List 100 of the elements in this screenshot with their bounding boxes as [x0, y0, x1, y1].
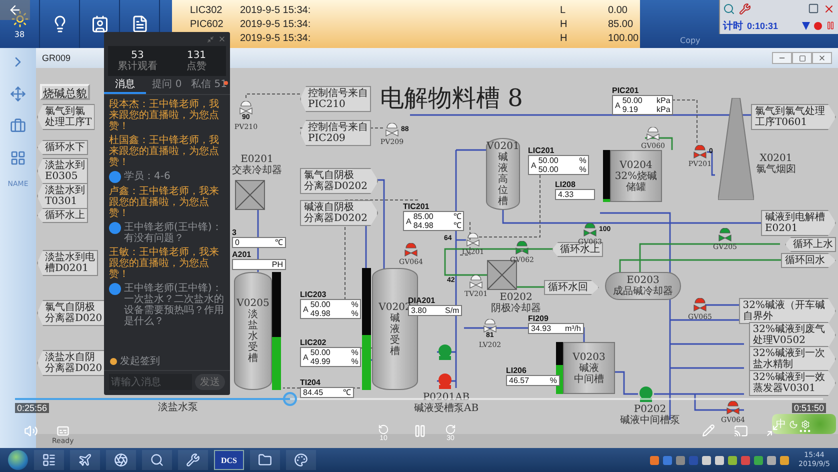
- record-icon[interactable]: [814, 22, 822, 30]
- meter-display[interactable]: 34.93 m³/h: [528, 323, 584, 334]
- tank: V0203 碱液 中间槽: [563, 342, 615, 394]
- taskbar-app[interactable]: [250, 450, 280, 470]
- close-button[interactable]: [812, 52, 832, 64]
- chat-message: 段本杰：王中锋老师，我来跟您的直播啦，为您点赞！: [109, 99, 220, 132]
- taskbar-app[interactable]: [286, 450, 316, 470]
- pipe-label[interactable]: 氯气自阴极 分离器D020: [37, 300, 106, 326]
- pipe-label[interactable]: 循环水回: [544, 280, 599, 295]
- pipe-label[interactable]: 循环回水: [781, 253, 836, 268]
- meter-display[interactable]: PH: [232, 259, 286, 270]
- elapsed-time: 0:25:56: [15, 403, 50, 413]
- meter-value: 85.00: [413, 212, 434, 221]
- diagram-title: 电解物料槽 8: [380, 83, 523, 114]
- pipe-label[interactable]: 淡盐水到 E0305: [37, 158, 88, 184]
- chat-message: 王中锋老师(王中锋)：一次盐水？二次盐水的设备需要预热吗？作用是什么？: [124, 283, 225, 327]
- pipe-label[interactable]: 循环上水: [785, 237, 836, 252]
- chat-message: 王敏：王中锋老师，我来跟您的直播啦，为您点赞！: [109, 247, 220, 280]
- start-button[interactable]: [8, 450, 28, 470]
- instrument-tag: TIC201: [403, 202, 430, 211]
- valve-icon[interactable]: [718, 228, 732, 242]
- pump-icon[interactable]: [437, 373, 453, 389]
- chat-tab[interactable]: 提问 0: [146, 76, 188, 94]
- chat-tab[interactable]: 消息: [104, 76, 146, 94]
- pipe-label[interactable]: 氯气到氯 处理工序T: [37, 104, 95, 130]
- pause-icon[interactable]: [826, 21, 835, 30]
- down-triangle-icon[interactable]: [802, 22, 810, 30]
- pipe-label[interactable]: 32%碱液到废气 处理V0502: [748, 322, 836, 348]
- pipe-label[interactable]: 控制信号来自 PIC210: [300, 86, 371, 112]
- meter-value: 50.00: [538, 165, 560, 174]
- settings-icon: [801, 420, 810, 428]
- window-icon[interactable]: [808, 3, 819, 14]
- meter-display[interactable]: 3.80 S/m: [408, 305, 462, 316]
- overview-button[interactable]: 烧碱总貌: [40, 84, 90, 100]
- alarm-time: 2019-9-5 15:34:: [240, 4, 312, 16]
- shrink-icon[interactable]: [207, 36, 214, 42]
- close-icon[interactable]: [823, 2, 835, 14]
- valve-icon[interactable]: [483, 319, 497, 333]
- taskbar-app[interactable]: [106, 450, 136, 470]
- meter-display[interactable]: A 50.00 kPa 9.19 kPa: [612, 95, 674, 115]
- equipment-label: X0201 氯气烟囱: [756, 153, 796, 175]
- timer-label: 计时: [723, 20, 743, 32]
- valve-icon[interactable]: [583, 223, 597, 237]
- pipe-label[interactable]: 循环水下: [37, 140, 88, 155]
- back-button[interactable]: [0, 0, 30, 20]
- valve-icon[interactable]: [693, 145, 707, 159]
- pipe-label[interactable]: 循环水上: [37, 208, 88, 223]
- valve-icon[interactable]: [646, 127, 660, 141]
- valve-icon[interactable]: [239, 101, 253, 115]
- pipe-label[interactable]: 32%碱液到一次 盐水精制: [748, 346, 836, 372]
- meter-display[interactable]: 0 ℃: [232, 237, 286, 248]
- meter-display[interactable]: A 50.00 % 50.00 %: [528, 155, 590, 175]
- close-icon[interactable]: [218, 35, 226, 43]
- pipe-label[interactable]: 32%碱液到一效 蒸发器V0301: [748, 370, 836, 396]
- alarm-limit: H: [560, 32, 568, 44]
- progress-handle[interactable]: [282, 392, 297, 406]
- pipe-label[interactable]: 淡盐水到电 槽D0201: [37, 250, 98, 276]
- taskbar-app[interactable]: [70, 450, 100, 470]
- pipe-label[interactable]: 碱液到电解槽 E0201: [761, 210, 836, 236]
- meter-display[interactable]: A 50.00 % 49.98 %: [300, 299, 362, 319]
- maximize-button[interactable]: [792, 52, 812, 64]
- valve-icon[interactable]: [515, 241, 529, 255]
- timer-value: 0:10:31: [747, 20, 780, 30]
- taskbar-app[interactable]: DCS: [214, 450, 244, 470]
- instrument-tag: LIC201: [528, 146, 554, 155]
- alarm-limit: L: [560, 4, 567, 16]
- mode-label: A: [615, 100, 620, 110]
- meter-display[interactable]: A 85.00 ℃ 84.98 ℃: [403, 211, 464, 231]
- meter-unit: %: [350, 300, 358, 309]
- wrench-icon[interactable]: [739, 2, 751, 14]
- pipe-label[interactable]: 氯气自阴极 分离器D0202: [300, 168, 378, 194]
- chat-tab[interactable]: 私信 51: [188, 76, 230, 94]
- valve-icon[interactable]: [404, 243, 418, 257]
- valve-icon[interactable]: [726, 401, 740, 415]
- meter-unit: kPa: [656, 105, 670, 114]
- pipe-label[interactable]: 氯气到氯气处理 工序T0601: [751, 104, 836, 130]
- meter-display[interactable]: 4.33: [555, 189, 595, 200]
- taskbar-app[interactable]: [142, 450, 172, 470]
- valve-icon[interactable]: [469, 275, 483, 289]
- meter-unit: %: [350, 348, 358, 357]
- aperture-icon: [114, 453, 128, 467]
- pipe-label[interactable]: 淡盐水自阴 分离器D020: [37, 350, 106, 376]
- valve-icon[interactable]: [466, 233, 480, 247]
- meter-display[interactable]: 84.45 ℃: [300, 387, 354, 398]
- pipe-label[interactable]: 碱液自阴极 分离器D0202: [300, 200, 378, 226]
- pump-icon[interactable]: [638, 386, 654, 402]
- pipe-label[interactable]: 控制信号来自 PIC209: [300, 120, 371, 146]
- pipe-label[interactable]: 32%碱液（开车碱 自界外: [738, 298, 836, 324]
- taskbar-app[interactable]: [178, 450, 208, 470]
- taskbar-app[interactable]: [34, 450, 64, 470]
- sign-in-link[interactable]: 发起签到: [120, 354, 160, 368]
- meter-display[interactable]: 46.57 %: [506, 375, 560, 386]
- search-icon[interactable]: [723, 2, 735, 14]
- minimize-button[interactable]: [772, 52, 792, 64]
- message-input[interactable]: 请输入消息: [109, 374, 192, 390]
- pipe-label[interactable]: 淡盐水到 T0301: [37, 183, 88, 209]
- tank: V0204 32%烧碱 储罐: [610, 150, 662, 202]
- valve-icon[interactable]: [693, 298, 707, 312]
- meter-display[interactable]: A 50.00 % 49.99 %: [300, 347, 362, 367]
- valve-icon[interactable]: [385, 123, 399, 137]
